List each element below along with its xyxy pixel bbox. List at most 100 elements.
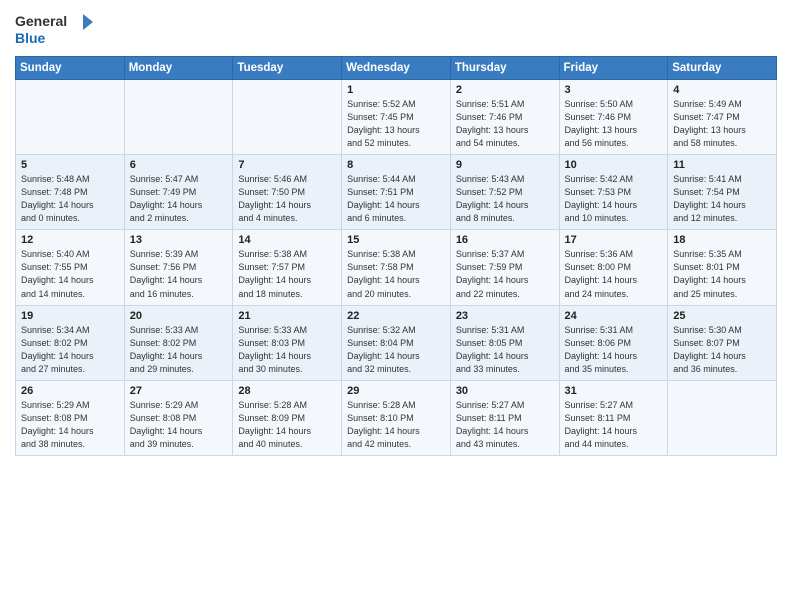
day-number: 1 (347, 84, 445, 96)
day-number: 29 (347, 385, 445, 397)
day-info: Sunrise: 5:33 AM Sunset: 8:02 PM Dayligh… (130, 324, 228, 376)
day-cell: 26Sunrise: 5:29 AM Sunset: 8:08 PM Dayli… (16, 380, 125, 455)
day-number: 19 (21, 310, 119, 322)
header-cell: Monday (124, 57, 233, 80)
day-info: Sunrise: 5:27 AM Sunset: 8:11 PM Dayligh… (565, 399, 663, 451)
day-info: Sunrise: 5:31 AM Sunset: 8:05 PM Dayligh… (456, 324, 554, 376)
logo: General Blue (15, 10, 95, 48)
week-row: 1 Sunrise: 5:52 AM Sunset: 7:45 PM Daylig… (16, 80, 777, 155)
header-cell: Friday (559, 57, 668, 80)
day-cell: 3 Sunrise: 5:50 AM Sunset: 7:46 PM Daylig… (559, 80, 668, 155)
day-cell: 7 Sunrise: 5:46 AM Sunset: 7:50 PM Daylig… (233, 155, 342, 230)
day-cell: 4 Sunrise: 5:49 AM Sunset: 7:47 PM Daylig… (668, 80, 777, 155)
day-cell: 25 Sunrise: 5:30 AM Sunset: 8:07 PM Dayli… (668, 305, 777, 380)
day-info: Sunrise: 5:31 AM Sunset: 8:06 PM Dayligh… (565, 324, 663, 376)
day-cell: 9 Sunrise: 5:43 AM Sunset: 7:52 PM Daylig… (450, 155, 559, 230)
day-number: 15 (347, 234, 445, 246)
day-number: 8 (347, 159, 445, 171)
day-info: Sunrise: 5:37 AM Sunset: 7:59 PM Dayligh… (456, 248, 554, 300)
day-cell: 23 Sunrise: 5:31 AM Sunset: 8:05 PM Dayli… (450, 305, 559, 380)
day-info: Sunrise: 5:39 AM Sunset: 7:56 PM Dayligh… (130, 248, 228, 300)
day-number: 31 (565, 385, 663, 397)
day-number: 16 (456, 234, 554, 246)
day-number: 17 (565, 234, 663, 246)
day-info: Sunrise: 5:30 AM Sunset: 8:07 PM Dayligh… (673, 324, 771, 376)
day-number: 18 (673, 234, 771, 246)
week-row: 26Sunrise: 5:29 AM Sunset: 8:08 PM Dayli… (16, 380, 777, 455)
week-row: 5 Sunrise: 5:48 AM Sunset: 7:48 PM Daylig… (16, 155, 777, 230)
logo-svg: General Blue (15, 10, 95, 48)
day-number: 9 (456, 159, 554, 171)
day-number: 24 (565, 310, 663, 322)
day-cell (16, 80, 125, 155)
day-info: Sunrise: 5:38 AM Sunset: 7:58 PM Dayligh… (347, 248, 445, 300)
header-cell: Sunday (16, 57, 125, 80)
day-cell: 13 Sunrise: 5:39 AM Sunset: 7:56 PM Dayli… (124, 230, 233, 305)
day-cell: 8 Sunrise: 5:44 AM Sunset: 7:51 PM Daylig… (342, 155, 451, 230)
day-number: 11 (673, 159, 771, 171)
day-info: Sunrise: 5:27 AM Sunset: 8:11 PM Dayligh… (456, 399, 554, 451)
day-cell: 14Sunrise: 5:38 AM Sunset: 7:57 PM Dayli… (233, 230, 342, 305)
day-cell: 5 Sunrise: 5:48 AM Sunset: 7:48 PM Daylig… (16, 155, 125, 230)
day-info: Sunrise: 5:41 AM Sunset: 7:54 PM Dayligh… (673, 173, 771, 225)
day-info: Sunrise: 5:44 AM Sunset: 7:51 PM Dayligh… (347, 173, 445, 225)
day-info: Sunrise: 5:28 AM Sunset: 8:09 PM Dayligh… (238, 399, 336, 451)
day-info: Sunrise: 5:32 AM Sunset: 8:04 PM Dayligh… (347, 324, 445, 376)
day-info: Sunrise: 5:29 AM Sunset: 8:08 PM Dayligh… (130, 399, 228, 451)
day-number: 6 (130, 159, 228, 171)
day-number: 28 (238, 385, 336, 397)
calendar-table: SundayMondayTuesdayWednesdayThursdayFrid… (15, 56, 777, 456)
day-number: 20 (130, 310, 228, 322)
day-number: 5 (21, 159, 119, 171)
day-info: Sunrise: 5:40 AM Sunset: 7:55 PM Dayligh… (21, 248, 119, 300)
day-info: Sunrise: 5:43 AM Sunset: 7:52 PM Dayligh… (456, 173, 554, 225)
day-info: Sunrise: 5:36 AM Sunset: 8:00 PM Dayligh… (565, 248, 663, 300)
day-info: Sunrise: 5:38 AM Sunset: 7:57 PM Dayligh… (238, 248, 336, 300)
day-number: 25 (673, 310, 771, 322)
day-cell: 30 Sunrise: 5:27 AM Sunset: 8:11 PM Dayli… (450, 380, 559, 455)
day-number: 13 (130, 234, 228, 246)
day-cell: 29 Sunrise: 5:28 AM Sunset: 8:10 PM Dayli… (342, 380, 451, 455)
day-info: Sunrise: 5:42 AM Sunset: 7:53 PM Dayligh… (565, 173, 663, 225)
day-cell: 11 Sunrise: 5:41 AM Sunset: 7:54 PM Dayli… (668, 155, 777, 230)
day-number: 7 (238, 159, 336, 171)
header-cell: Wednesday (342, 57, 451, 80)
day-cell: 17 Sunrise: 5:36 AM Sunset: 8:00 PM Dayli… (559, 230, 668, 305)
day-cell: 10 Sunrise: 5:42 AM Sunset: 7:53 PM Dayli… (559, 155, 668, 230)
day-cell (668, 380, 777, 455)
day-cell: 31 Sunrise: 5:27 AM Sunset: 8:11 PM Dayli… (559, 380, 668, 455)
day-info: Sunrise: 5:50 AM Sunset: 7:46 PM Dayligh… (565, 98, 663, 150)
day-number: 4 (673, 84, 771, 96)
day-cell: 15 Sunrise: 5:38 AM Sunset: 7:58 PM Dayli… (342, 230, 451, 305)
day-cell: 6Sunrise: 5:47 AM Sunset: 7:49 PM Daylig… (124, 155, 233, 230)
day-number: 27 (130, 385, 228, 397)
day-cell: 22Sunrise: 5:32 AM Sunset: 8:04 PM Dayli… (342, 305, 451, 380)
calendar-page: General Blue SundayMondayTuesdayWednesda… (0, 0, 792, 466)
day-cell: 1 Sunrise: 5:52 AM Sunset: 7:45 PM Daylig… (342, 80, 451, 155)
day-cell: 20 Sunrise: 5:33 AM Sunset: 8:02 PM Dayli… (124, 305, 233, 380)
day-cell: 27 Sunrise: 5:29 AM Sunset: 8:08 PM Dayli… (124, 380, 233, 455)
svg-text:Blue: Blue (15, 30, 46, 46)
day-cell: 2Sunrise: 5:51 AM Sunset: 7:46 PM Daylig… (450, 80, 559, 155)
day-info: Sunrise: 5:48 AM Sunset: 7:48 PM Dayligh… (21, 173, 119, 225)
day-number: 23 (456, 310, 554, 322)
page-header: General Blue (15, 10, 777, 48)
day-info: Sunrise: 5:35 AM Sunset: 8:01 PM Dayligh… (673, 248, 771, 300)
day-cell: 21Sunrise: 5:33 AM Sunset: 8:03 PM Dayli… (233, 305, 342, 380)
day-info: Sunrise: 5:33 AM Sunset: 8:03 PM Dayligh… (238, 324, 336, 376)
week-row: 19Sunrise: 5:34 AM Sunset: 8:02 PM Dayli… (16, 305, 777, 380)
day-info: Sunrise: 5:28 AM Sunset: 8:10 PM Dayligh… (347, 399, 445, 451)
day-info: Sunrise: 5:46 AM Sunset: 7:50 PM Dayligh… (238, 173, 336, 225)
day-number: 3 (565, 84, 663, 96)
header-row: SundayMondayTuesdayWednesdayThursdayFrid… (16, 57, 777, 80)
day-cell: 12Sunrise: 5:40 AM Sunset: 7:55 PM Dayli… (16, 230, 125, 305)
day-number: 30 (456, 385, 554, 397)
day-cell (233, 80, 342, 155)
day-cell: 24 Sunrise: 5:31 AM Sunset: 8:06 PM Dayli… (559, 305, 668, 380)
day-cell: 19Sunrise: 5:34 AM Sunset: 8:02 PM Dayli… (16, 305, 125, 380)
day-info: Sunrise: 5:49 AM Sunset: 7:47 PM Dayligh… (673, 98, 771, 150)
day-number: 10 (565, 159, 663, 171)
day-info: Sunrise: 5:29 AM Sunset: 8:08 PM Dayligh… (21, 399, 119, 451)
day-cell: 18 Sunrise: 5:35 AM Sunset: 8:01 PM Dayli… (668, 230, 777, 305)
day-info: Sunrise: 5:52 AM Sunset: 7:45 PM Dayligh… (347, 98, 445, 150)
